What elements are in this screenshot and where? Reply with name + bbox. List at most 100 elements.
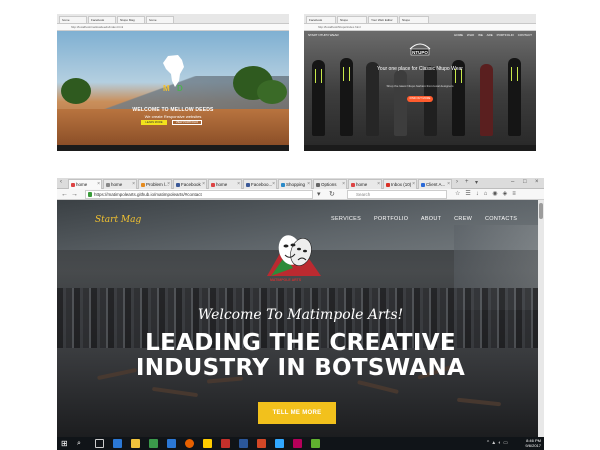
close-icon: ×	[132, 181, 135, 187]
mini-tab[interactable]: home	[59, 16, 87, 23]
firefox-icon[interactable]	[185, 439, 194, 448]
hero-headline: LEADING THE CREATIVE INDUSTRY IN BOTSWAN…	[57, 331, 544, 381]
browser-tab[interactable]: Problem l... ×	[138, 179, 172, 189]
nav-services[interactable]: SERVICES	[331, 216, 361, 222]
forward-icon[interactable]: →	[71, 190, 78, 199]
mini-tab[interactable]: Facebook	[88, 16, 116, 23]
lock-icon	[88, 192, 92, 197]
tab-scroll-left-icon[interactable]: ‹	[60, 179, 62, 185]
browser-tab[interactable]: Options ×	[313, 179, 347, 189]
nav-link[interactable]: WHO WE ARE	[467, 33, 493, 37]
browser-tab[interactable]: Facebook ×	[173, 179, 207, 189]
nav-portfolio[interactable]: PORTFOLIO	[374, 216, 408, 222]
nav-about[interactable]: ABOUT	[421, 216, 441, 222]
site-brand[interactable]: START NTUPO WEAR	[308, 33, 339, 37]
browser-tab[interactable]: home ×	[348, 179, 382, 189]
screenshot-mellow-deeds: home Facebook Ntupo Mag home http://loca…	[57, 14, 289, 151]
browser-tabstrip: ‹ home × home × Problem l... × Facebook × ho…	[57, 178, 544, 189]
pocket-icon[interactable]: ◉	[492, 191, 502, 197]
maximize-icon[interactable]: □	[523, 179, 527, 185]
windows-taskbar: ⊞ ⌕ ^▲◐▭ 8:46 PM 9/6/2017	[57, 437, 544, 450]
nav-link[interactable]: PORTFOLIO	[497, 33, 514, 37]
mini-tab[interactable]: Ntupo	[337, 16, 367, 23]
learn-more-button[interactable]: LEARN MORE	[141, 120, 167, 125]
mini-tab[interactable]: home	[146, 16, 174, 23]
browser-tab[interactable]: Inbox (10) ×	[383, 179, 417, 189]
close-icon: ×	[272, 181, 275, 187]
filezilla-icon[interactable]	[221, 439, 230, 448]
nav-contacts[interactable]: CONTACTS	[485, 216, 517, 222]
file-explorer-icon[interactable]	[131, 439, 140, 448]
browser-tab[interactable]: home ×	[208, 179, 242, 189]
window-close-icon[interactable]: ×	[535, 179, 539, 185]
tell-me-more-button[interactable]: TELL ME MORE	[258, 402, 336, 424]
svg-text:M: M	[163, 84, 170, 92]
notification-icon[interactable]: ▭	[503, 440, 510, 446]
bookmarks-icon[interactable]: ☰	[465, 191, 475, 197]
mini-tab[interactable]: Ntupo Mag	[117, 16, 145, 23]
person-figure	[480, 64, 493, 136]
browser-tab[interactable]: home ×	[103, 179, 137, 189]
mini-taskbar	[304, 145, 536, 151]
clock[interactable]: 8:46 PM 9/6/2017	[525, 438, 541, 448]
hero-title: WELCOME TO MELLOW DEEDS	[132, 107, 214, 113]
mini-url-bar[interactable]: http://localhost/mellowdeeds/index.html	[57, 24, 289, 31]
site-brand[interactable]: Start Mag	[95, 215, 141, 225]
scrollbar-thumb[interactable]	[539, 203, 543, 219]
start-icon[interactable]: ⊞	[61, 439, 70, 448]
web-page: Start Mag SERVICES PORTFOLIO ABOUT CREW …	[57, 200, 544, 437]
new-tab-icon[interactable]: +	[465, 179, 469, 185]
vlc-icon[interactable]	[203, 439, 212, 448]
mini-url-bar[interactable]: http://localhost/Ntupo/index.html	[304, 24, 536, 31]
close-icon: ×	[447, 181, 450, 187]
browser-toolbar: ← → https://matimpolearts.github.io/mati…	[57, 189, 544, 200]
mini-tab[interactable]: Ntupo	[399, 16, 429, 23]
browser-tab[interactable]: home ×	[68, 179, 102, 189]
store-icon[interactable]	[167, 439, 176, 448]
reload-icon[interactable]: ↻	[329, 190, 335, 199]
back-icon[interactable]: ←	[61, 190, 68, 199]
mini-tab[interactable]: Facebook	[306, 16, 336, 23]
search-icon[interactable]: ⌕	[77, 439, 86, 448]
address-bar[interactable]: https://matimpolearts.github.io/matimpol…	[85, 190, 313, 199]
welcome-heading: Welcome To Matimpole Arts!	[197, 307, 404, 323]
logo-text: MATIMPOLE ARTS	[270, 278, 302, 282]
browser-tab[interactable]: Faceboo... ×	[243, 179, 277, 189]
star-icon[interactable]: ☆	[455, 191, 465, 197]
ntupo-logo-icon: NTUPO	[409, 43, 431, 56]
powerpoint-icon[interactable]	[257, 439, 266, 448]
extension-icon[interactable]: ◈	[503, 191, 513, 197]
site-nav: HOME WHO WE ARE PORTFOLIO CONTACT	[454, 33, 532, 37]
task-view-icon[interactable]	[95, 439, 104, 448]
mini-tab[interactable]: Your Web Editor	[368, 16, 398, 23]
word-icon[interactable]	[239, 439, 248, 448]
portfolio-button[interactable]: VIEW PORTFOLIO	[172, 120, 202, 125]
indesign-icon[interactable]	[293, 439, 302, 448]
toolbar-icons: ☆☰↓⌂◉◈≡	[455, 190, 521, 199]
photoshop-icon[interactable]	[275, 439, 284, 448]
mini-tabstrip: Facebook Ntupo Your Web Editor Ntupo	[304, 14, 536, 24]
minimize-icon[interactable]: –	[511, 179, 514, 185]
headline-line: INDUSTRY IN BOTSWANA	[135, 355, 466, 381]
edge-icon[interactable]	[113, 439, 122, 448]
hero-title: Your one place for Classic Ntupo Wear	[377, 66, 463, 72]
close-icon: ×	[412, 181, 415, 187]
menu-icon[interactable]: ≡	[512, 191, 521, 197]
download-icon[interactable]: ↓	[476, 191, 484, 197]
chrome-icon[interactable]	[149, 439, 158, 448]
dreamweaver-icon[interactable]	[311, 439, 320, 448]
search-box[interactable]: Search	[347, 190, 447, 199]
tab-list-icon[interactable]: ▾	[475, 179, 478, 186]
nav-link[interactable]: CONTACT	[518, 33, 532, 37]
nav-link[interactable]: HOME	[454, 33, 463, 37]
browser-tab[interactable]: Shopping ×	[278, 179, 312, 189]
dropdown-arrow-icon[interactable]: ▾	[317, 190, 321, 199]
nav-crew[interactable]: CREW	[454, 216, 472, 222]
browser-tab[interactable]: Client A... ×	[418, 179, 452, 189]
tab-scroll-right-icon[interactable]: ›	[456, 179, 458, 185]
scrollbar[interactable]	[538, 200, 544, 437]
hero-subtitle: Shop the latest Ntupo fashion from local…	[386, 84, 454, 88]
close-icon: ×	[202, 181, 205, 187]
close-icon: ×	[307, 181, 310, 187]
find-out-more-button[interactable]: FIND OUT MORE	[407, 96, 433, 102]
